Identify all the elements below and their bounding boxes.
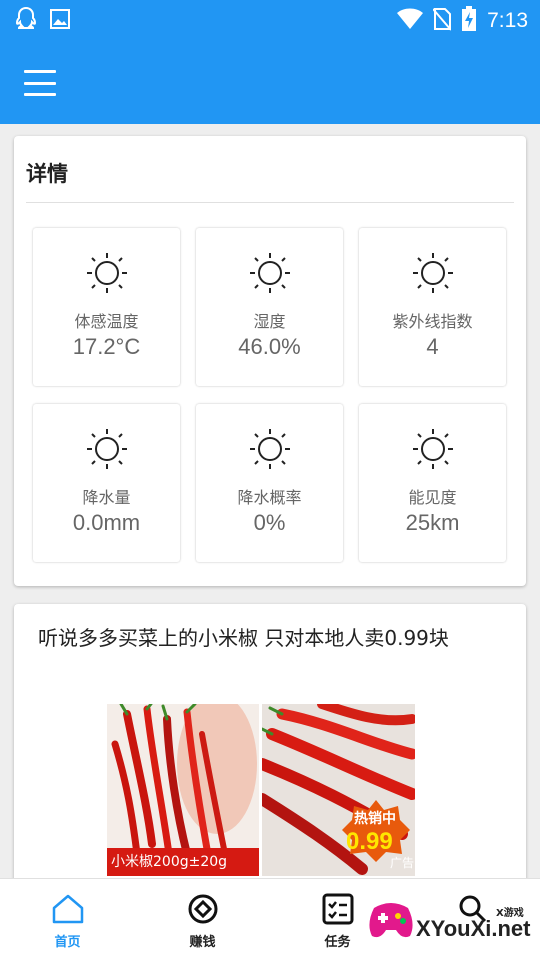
tile-uv-index: 紫外线指数 4	[359, 228, 506, 386]
tile-value: 4	[426, 334, 439, 359]
tile-label: 能见度	[408, 488, 457, 507]
detail-title: 详情	[26, 162, 68, 186]
status-bar: 7:13	[0, 0, 540, 40]
gamepad-logo-icon	[369, 903, 413, 938]
tile-value: 0%	[253, 510, 286, 535]
tile-precip-probability: 降水概率 0%	[196, 404, 343, 562]
coin-icon	[188, 894, 217, 924]
detail-card: 详情 体感温度 17.2°C 湿度 46.0% 紫外线指数 4 降水量 0.0m…	[14, 136, 526, 586]
tile-value: 17.2°C	[72, 334, 141, 359]
tile-visibility: 能见度 25km	[359, 404, 506, 562]
tile-label: 体感温度	[74, 312, 139, 331]
sun-icon	[250, 253, 290, 293]
hamburger-menu-icon[interactable]	[24, 70, 56, 96]
nav-home[interactable]: 首页	[0, 879, 135, 960]
news-title[interactable]: 听说多多买菜上的小米椒 只对本地人卖0.99块	[38, 622, 498, 654]
news-card[interactable]: 听说多多买菜上的小米椒 只对本地人卖0.99块 小米椒200g±20g 热销中 …	[14, 604, 526, 904]
nav-home-label: 首页	[54, 935, 81, 950]
tile-humidity: 湿度 46.0%	[196, 228, 343, 386]
divider	[26, 202, 514, 203]
nav-earn[interactable]: 赚钱	[135, 879, 270, 960]
image-caption: 小米椒200g±20g	[107, 848, 259, 876]
tile-feels-like: 体感温度 17.2°C	[33, 228, 180, 386]
home-icon	[52, 894, 83, 924]
tile-value: 25km	[405, 510, 460, 535]
tile-label: 紫外线指数	[392, 312, 473, 331]
wifi-icon	[397, 8, 424, 34]
tile-label: 降水概率	[237, 488, 302, 507]
tile-label: 降水量	[82, 488, 131, 507]
detail-grid: 体感温度 17.2°C 湿度 46.0% 紫外线指数 4 降水量 0.0mm 降…	[33, 228, 507, 562]
ad-label: 广告	[390, 856, 415, 870]
sun-icon	[413, 253, 453, 293]
tile-value: 46.0%	[238, 334, 301, 359]
hot-label: 热销中	[354, 811, 396, 827]
pepper-photo-right: 热销中 0.99 广告	[262, 704, 415, 876]
qq-icon	[14, 6, 38, 36]
sun-icon	[87, 253, 127, 293]
status-time: 7:13	[487, 9, 528, 32]
nav-earn-label: 赚钱	[189, 935, 216, 950]
sun-icon	[250, 429, 290, 469]
no-sim-icon	[432, 7, 452, 35]
tile-value: 0.0mm	[72, 510, 141, 535]
watermark-text: XYouXi.net	[416, 916, 531, 941]
sun-icon	[87, 429, 127, 469]
hot-sale-badge: 热销中 0.99	[342, 800, 410, 862]
image-icon	[50, 9, 70, 33]
news-image[interactable]: 小米椒200g±20g 热销中 0.99 广告	[107, 704, 415, 876]
task-list-icon	[322, 893, 353, 925]
tile-label: 湿度	[253, 312, 286, 331]
watermark: X游戏 XYouXi.net	[366, 886, 536, 956]
pepper-photo-left: 小米椒200g±20g	[107, 704, 259, 876]
tile-precipitation: 降水量 0.0mm	[33, 404, 180, 562]
sun-icon	[413, 429, 453, 469]
hot-price: 0.99	[346, 828, 393, 855]
battery-charging-icon	[461, 6, 477, 36]
app-bar: 7:13	[0, 0, 540, 124]
